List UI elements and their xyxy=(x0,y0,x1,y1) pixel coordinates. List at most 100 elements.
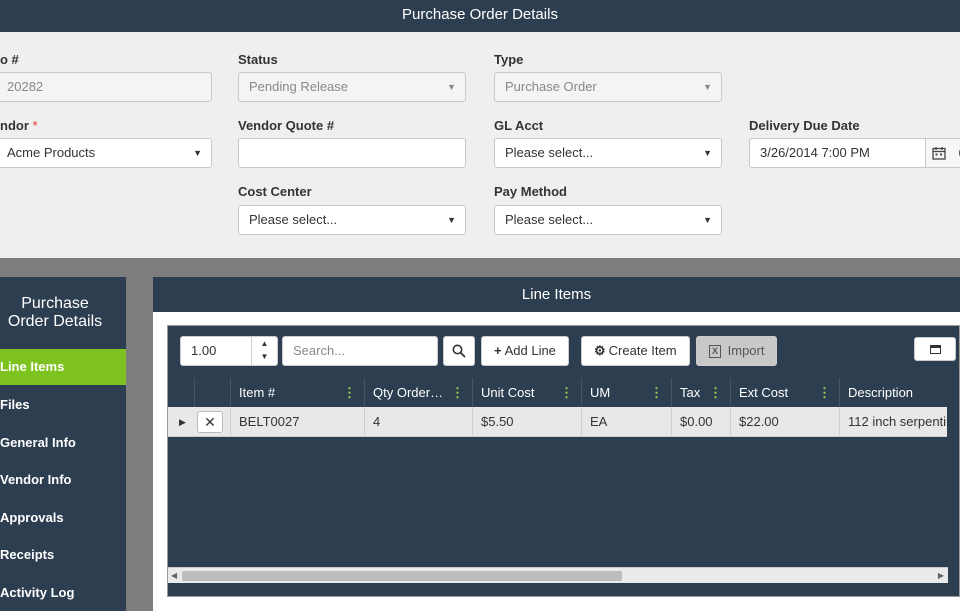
column-header-um[interactable]: UM ⋮ xyxy=(581,378,671,407)
header-action-cell xyxy=(194,378,230,407)
chevron-up-icon[interactable]: ▲ xyxy=(252,337,277,350)
cell-tax[interactable]: $0.00 xyxy=(671,407,730,437)
column-header-label: Item # xyxy=(239,385,276,400)
cell-ext-cost[interactable]: $22.00 xyxy=(730,407,839,437)
column-menu-icon[interactable]: ⋮ xyxy=(451,378,464,407)
search-button[interactable] xyxy=(443,336,475,366)
column-menu-icon[interactable]: ⋮ xyxy=(709,378,722,407)
column-menu-icon[interactable]: ⋮ xyxy=(650,378,663,407)
add-line-label: Add Line xyxy=(504,343,556,358)
caret-down-icon: ▼ xyxy=(703,215,712,225)
sidebar-item-general-info[interactable]: General Info xyxy=(0,425,126,461)
column-header-label: Description xyxy=(848,385,914,400)
cost-center-label: Cost Center xyxy=(238,184,312,199)
type-label: Type xyxy=(494,52,524,67)
chevron-down-icon[interactable]: ▼ xyxy=(252,350,277,363)
vendor-quote-label: Vendor Quote # xyxy=(238,118,335,133)
sidebar-item-approvals[interactable]: Approvals xyxy=(0,500,126,536)
sidebar-item-vendor-info[interactable]: Vendor Info xyxy=(0,462,126,498)
scroll-left-icon[interactable]: ◀ xyxy=(171,568,177,584)
column-header-label: Tax xyxy=(680,385,701,400)
status-select[interactable]: Pending Release ▼ xyxy=(238,72,466,102)
pay-method-select[interactable]: Please select... ▼ xyxy=(494,205,722,235)
sidebar-item-label: Vendor Info xyxy=(0,472,72,487)
window-title: Purchase Order Details xyxy=(402,6,558,23)
pay-method-placeholder: Please select... xyxy=(505,212,594,227)
header-expand-cell xyxy=(168,378,194,407)
table-row[interactable]: ▶ ✕ BELT0027 4 $5.50 EA $0.00 $22.00 112… xyxy=(168,407,948,437)
sidebar-item-activity-log[interactable]: Activity Log xyxy=(0,575,126,611)
cell-description[interactable]: 112 inch serpentin xyxy=(839,407,948,437)
column-header-label: UM xyxy=(590,385,611,400)
vertical-scrollbar[interactable] xyxy=(947,407,959,567)
column-menu-icon[interactable]: ⋮ xyxy=(818,378,831,407)
pay-method-label: Pay Method xyxy=(494,184,567,199)
column-header-qty[interactable]: Qty Order… ⋮ xyxy=(364,378,472,407)
sidebar-item-label: Approvals xyxy=(0,510,64,525)
line-items-grid: 1.00 ▲ ▼ Search... + Add Line ⚙ Create Ite… xyxy=(167,325,960,597)
column-header-label: Unit Cost xyxy=(481,385,535,400)
column-header-unit-cost[interactable]: Unit Cost ⋮ xyxy=(472,378,581,407)
sidebar-item-label: Receipts xyxy=(0,547,55,562)
import-button[interactable]: X Import xyxy=(696,336,778,366)
column-header-tax[interactable]: Tax ⋮ xyxy=(671,378,730,407)
search-input[interactable]: Search... xyxy=(282,336,438,366)
required-marker: * xyxy=(32,118,38,133)
vendor-select[interactable]: Acme Products ▼ xyxy=(0,138,212,168)
type-select[interactable]: Purchase Order ▼ xyxy=(494,72,722,102)
status-value: Pending Release xyxy=(249,79,349,94)
scrollbar-thumb[interactable] xyxy=(182,571,622,581)
panel-title: Line Items xyxy=(153,277,960,312)
import-label: Import xyxy=(727,343,765,358)
caret-down-icon: ▼ xyxy=(193,148,202,158)
cell-item[interactable]: BELT0027 xyxy=(230,407,364,437)
vendor-quote-input[interactable] xyxy=(238,138,466,168)
column-menu-icon[interactable]: ⋮ xyxy=(560,378,573,407)
cost-center-select[interactable]: Please select... ▼ xyxy=(238,205,466,235)
cell-qty[interactable]: 4 xyxy=(364,407,472,437)
po-number-value: 20282 xyxy=(7,79,44,94)
column-header-description[interactable]: Description xyxy=(839,378,948,407)
close-icon: ✕ xyxy=(204,414,216,430)
caret-right-icon[interactable]: ▶ xyxy=(179,407,186,437)
cell-um[interactable]: EA xyxy=(581,407,671,437)
column-header-item[interactable]: Item # ⋮ xyxy=(230,378,364,407)
window-title-bar: Purchase Order Details xyxy=(0,0,960,32)
search-placeholder: Search... xyxy=(293,343,346,358)
grid-header: Item # ⋮ Qty Order… ⋮ Unit Cost ⋮ UM ⋮ Tax ⋮ … xyxy=(168,378,948,407)
horizontal-scrollbar[interactable]: ◀ ▶ xyxy=(168,567,948,583)
delivery-due-date-label: Delivery Due Date xyxy=(749,118,860,133)
quantity-stepper[interactable]: 1.00 ▲ ▼ xyxy=(180,336,278,366)
gear-icon: ⚙ xyxy=(594,343,606,358)
cell-unit-cost[interactable]: $5.50 xyxy=(472,407,581,437)
sidebar-item-label: Line Items xyxy=(0,359,65,374)
calendar-button[interactable] xyxy=(925,139,960,167)
type-value: Purchase Order xyxy=(505,79,597,94)
search-icon xyxy=(452,344,466,358)
vendor-label-text: ndor xyxy=(0,118,29,133)
sidebar-item-line-items[interactable]: Line Items xyxy=(0,349,126,385)
vendor-value: Acme Products xyxy=(7,145,96,160)
delete-row-button[interactable]: ✕ xyxy=(197,411,223,433)
create-item-button[interactable]: ⚙ Create Item xyxy=(581,336,690,366)
caret-down-icon: ▼ xyxy=(447,215,456,225)
cost-center-placeholder: Please select... xyxy=(249,212,338,227)
column-menu-icon[interactable]: ⋮ xyxy=(343,378,356,407)
caret-down-icon: ▼ xyxy=(703,82,712,92)
sidebar-title: Purchase Order Details xyxy=(7,295,103,330)
po-number-field: 20282 xyxy=(0,72,212,102)
delivery-due-date-value: 3/26/2014 7:00 PM xyxy=(760,145,870,160)
caret-down-icon: ▼ xyxy=(703,148,712,158)
column-header-ext-cost[interactable]: Ext Cost ⋮ xyxy=(730,378,839,407)
sidebar-item-receipts[interactable]: Receipts xyxy=(0,537,126,573)
excel-icon: X xyxy=(709,345,721,359)
stepper-buttons[interactable]: ▲ ▼ xyxy=(251,337,277,365)
delivery-due-date-input[interactable]: 3/26/2014 7:00 PM xyxy=(749,138,960,168)
column-header-label: Ext Cost xyxy=(739,385,789,400)
gl-acct-select[interactable]: Please select... ▼ xyxy=(494,138,722,168)
plus-icon: + xyxy=(494,343,502,358)
add-line-button[interactable]: + Add Line xyxy=(481,336,569,366)
sidebar-item-files[interactable]: Files xyxy=(0,387,126,423)
scroll-right-icon[interactable]: ▶ xyxy=(938,568,944,584)
maximize-button[interactable] xyxy=(914,337,956,361)
